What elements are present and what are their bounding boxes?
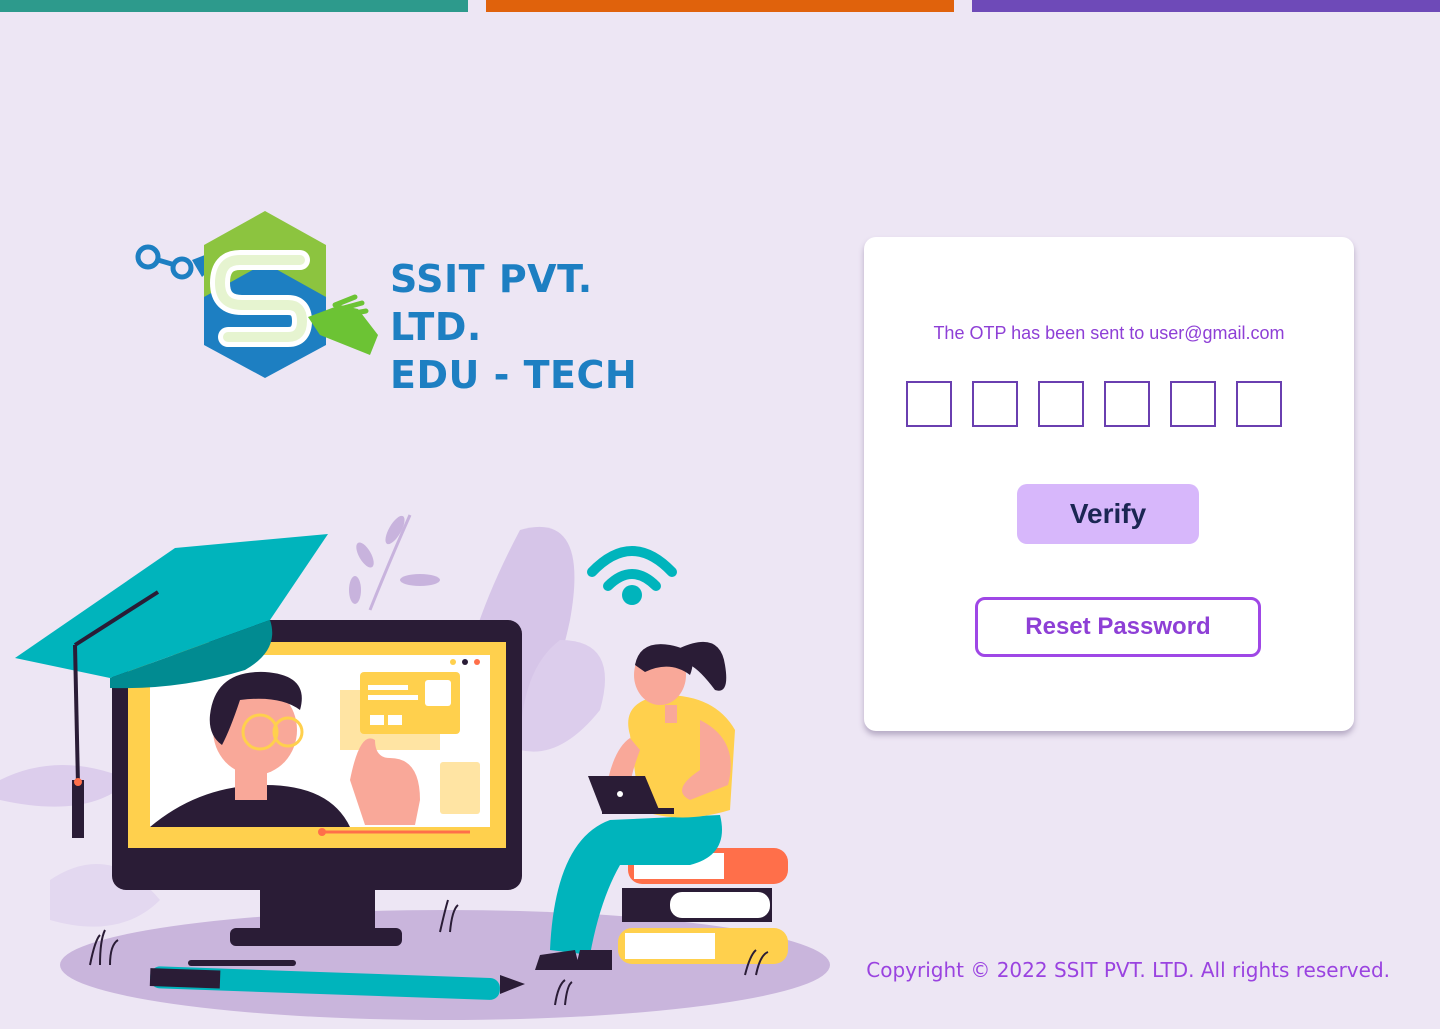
otp-sent-message: The OTP has been sent to user@gmail.com — [933, 323, 1285, 343]
copyright-footer: Copyright © 2022 SSIT PVT. LTD. All righ… — [866, 958, 1390, 982]
top-accent-bar-teal — [0, 0, 468, 12]
brand-logo: SSIT PVT. LTD. EDU - TECH — [130, 205, 690, 397]
otp-digit-input-5[interactable] — [1170, 381, 1216, 427]
wifi-icon — [587, 546, 677, 605]
brand-name-line2: EDU - TECH — [390, 353, 638, 397]
brand-name: SSIT PVT. LTD. EDU - TECH — [390, 255, 690, 399]
otp-digit-input-1[interactable] — [906, 381, 952, 427]
otp-digit-input-4[interactable] — [1104, 381, 1150, 427]
otp-input-group — [906, 381, 1282, 427]
reset-password-button[interactable]: Reset Password — [975, 597, 1261, 657]
otp-digit-input-3[interactable] — [1038, 381, 1084, 427]
top-accent-bar-orange — [486, 0, 954, 12]
online-learning-illustration-icon — [0, 514, 830, 1020]
ssit-hexagon-s-logo-icon — [135, 211, 378, 378]
brand-name-line1: SSIT PVT. LTD. — [390, 257, 593, 349]
otp-digit-input-2[interactable] — [972, 381, 1018, 427]
otp-digit-input-6[interactable] — [1236, 381, 1282, 427]
verify-button[interactable]: Verify — [1017, 484, 1199, 544]
otp-verification-card: The OTP has been sent to user@gmail.com … — [864, 237, 1354, 731]
top-accent-bar-purple — [972, 0, 1440, 12]
online-learning-illustration — [0, 500, 840, 1024]
